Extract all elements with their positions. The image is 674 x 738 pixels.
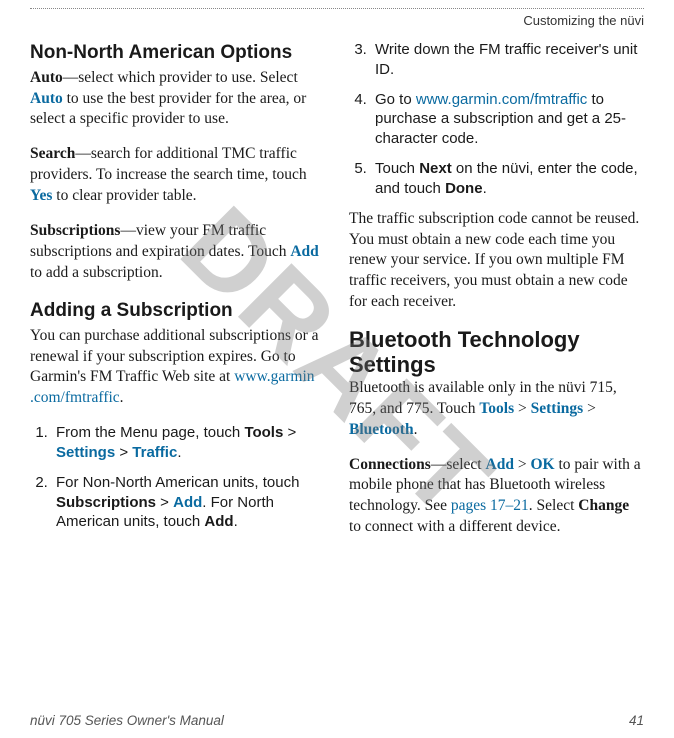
link-fmtraffic-2: www.garmin.com/fmtraffic [416, 91, 587, 108]
step-3: Write down the FM traffic receiver's uni… [371, 40, 644, 80]
text: > [115, 444, 132, 461]
step-5: Touch Next on the nüvi, enter the code, … [371, 159, 644, 199]
text: . [234, 513, 238, 530]
steps-left: From the Menu page, touch Tools > Settin… [30, 423, 325, 532]
text: > [514, 400, 531, 417]
ui-traffic: Traffic [132, 444, 177, 461]
para-adding-subscription: You can purchase additional subscription… [30, 326, 325, 410]
link-pages: pages 17–21 [451, 497, 529, 514]
text: . [120, 389, 124, 406]
text: From the Menu page, touch [56, 424, 244, 441]
content-columns: Non-North American Options Auto—select w… [30, 40, 644, 552]
text: —select [431, 456, 486, 473]
ui-add-conn: Add [486, 456, 514, 473]
ui-tools-bt: Tools [479, 400, 514, 417]
text: Go to [375, 91, 416, 108]
text: > [583, 400, 596, 417]
link-add: Add [290, 243, 318, 260]
text: > [156, 494, 173, 511]
running-head: Customizing the nüvi [30, 13, 644, 28]
ui-add-2: Add [204, 513, 233, 530]
ui-tools: Tools [244, 424, 283, 441]
footer: nüvi 705 Series Owner's Manual 41 [30, 713, 644, 728]
heading-adding-subscription: Adding a Subscription [30, 298, 325, 324]
ui-settings: Settings [56, 444, 115, 461]
text: . [414, 421, 418, 438]
step-1: From the Menu page, touch Tools > Settin… [52, 423, 325, 463]
para-connections: Connections—select Add > OK to pair with… [349, 455, 644, 539]
text: to add a subscription. [30, 264, 163, 281]
heading-bluetooth: Bluetooth Technology Settings [349, 327, 644, 378]
steps-right: Write down the FM traffic receiver's uni… [349, 40, 644, 199]
para-bluetooth-intro: Bluetooth is available only in the nüvi … [349, 378, 644, 441]
step-4: Go to www.garmin.com/fmtraffic to purcha… [371, 90, 644, 149]
link-auto: Auto [30, 90, 63, 107]
text: > [514, 456, 531, 473]
link-yes: Yes [30, 187, 52, 204]
text: to clear provider table. [52, 187, 196, 204]
ui-settings-bt: Settings [531, 400, 584, 417]
text: to connect with a different device. [349, 518, 560, 535]
footer-left: nüvi 705 Series Owner's Manual [30, 713, 224, 728]
ui-subscriptions: Subscriptions [56, 494, 156, 511]
left-column: Non-North American Options Auto—select w… [30, 40, 325, 552]
text: . [177, 444, 181, 461]
ui-ok: OK [530, 456, 554, 473]
ui-done: Done [445, 180, 483, 197]
step-2: For Non-North American units, touch Subs… [52, 473, 325, 532]
para-search: Search—search for additional TMC traffic… [30, 144, 325, 207]
label-connections: Connections [349, 456, 431, 473]
text: to use the best provider for the area, o… [30, 90, 306, 128]
para-subscriptions: Subscriptions—view your FM traffic subsc… [30, 221, 325, 284]
para-code-note: The traffic subscription code cannot be … [349, 209, 644, 314]
label-auto: Auto [30, 69, 63, 86]
heading-non-na-options: Non-North American Options [30, 40, 325, 66]
para-auto: Auto—select which provider to use. Selec… [30, 68, 325, 131]
text: —select which provider to use. Select [63, 69, 298, 86]
text: . Select [529, 497, 579, 514]
top-rule [30, 8, 644, 9]
text: > [283, 424, 296, 441]
page-number: 41 [629, 713, 644, 728]
ui-add: Add [173, 494, 202, 511]
text: Touch [375, 160, 419, 177]
ui-change: Change [578, 497, 629, 514]
label-search: Search [30, 145, 75, 162]
label-subscriptions: Subscriptions [30, 222, 120, 239]
right-column: Write down the FM traffic receiver's uni… [349, 40, 644, 552]
text: For Non-North American units, touch [56, 474, 299, 491]
text: . [483, 180, 487, 197]
ui-bluetooth: Bluetooth [349, 421, 414, 438]
ui-next: Next [419, 160, 452, 177]
